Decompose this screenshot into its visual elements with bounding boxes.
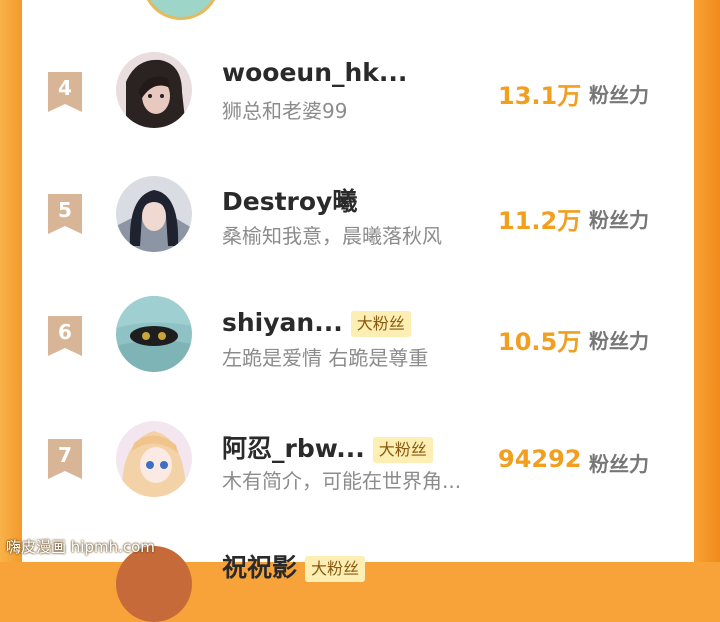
user-name-rank-8-partial[interactable]: 祝祝影 大粉丝 bbox=[222, 548, 366, 584]
fan-power-label: 粉丝力 bbox=[589, 208, 649, 232]
avatar-rank-8-partial[interactable] bbox=[116, 546, 192, 622]
fan-power-label: 粉丝力 bbox=[589, 83, 649, 107]
user-name-text: shiyan... bbox=[222, 308, 343, 337]
fan-power-label: 粉丝力 bbox=[589, 452, 649, 476]
user-name[interactable]: 阿忍_rbw... 大粉丝 bbox=[222, 429, 433, 465]
user-name-text: Destroy曦 bbox=[222, 187, 358, 216]
list-item[interactable]: 7 阿忍_rbw... 大粉丝 木有简介，可能在世界角... 94292 粉丝力 bbox=[22, 395, 694, 515]
user-signature: 木有简介，可能在世界角... bbox=[222, 469, 462, 493]
user-signature: 桑榆知我意，晨曦落秋风 bbox=[222, 224, 442, 248]
avatar[interactable] bbox=[116, 176, 192, 252]
fan-power-label: 粉丝力 bbox=[589, 329, 649, 353]
user-name-text: wooeun_hk... bbox=[222, 58, 408, 87]
rank-badge: 5 bbox=[48, 194, 82, 234]
fan-power-value: 10.5万 bbox=[498, 328, 582, 356]
list-item[interactable]: 4 wooeun_hk... 狮总和老婆99 13.1万 粉丝力 bbox=[22, 28, 694, 148]
user-signature: 左跪是爱情 右跪是尊重 bbox=[222, 346, 429, 370]
avatar[interactable] bbox=[116, 296, 192, 372]
rank-badge: 7 bbox=[48, 439, 82, 479]
fan-power-value: 13.1万 bbox=[498, 82, 582, 110]
fan-power-value: 94292 bbox=[498, 445, 582, 473]
user-name[interactable]: wooeun_hk... bbox=[222, 58, 407, 87]
watermark: 嗨皮漫画 hipmh.com bbox=[6, 538, 155, 556]
user-signature: 狮总和老婆99 bbox=[222, 99, 348, 123]
user-name-text: 祝祝影 bbox=[222, 553, 298, 582]
fan-power-value: 11.2万 bbox=[498, 207, 582, 235]
avatar[interactable] bbox=[116, 421, 192, 497]
right-border bbox=[694, 0, 720, 562]
big-fan-badge: 大粉丝 bbox=[350, 311, 411, 337]
big-fan-badge: 大粉丝 bbox=[372, 437, 433, 463]
list-item[interactable]: 5 Destroy曦 桑榆知我意，晨曦落秋风 11.2万 粉丝力 bbox=[22, 150, 694, 270]
big-fan-badge: 大粉丝 bbox=[305, 556, 366, 582]
user-name-text: 阿忍_rbw... bbox=[222, 434, 365, 463]
user-name[interactable]: shiyan... 大粉丝 bbox=[222, 308, 411, 337]
avatar-rank-3-partial[interactable] bbox=[142, 0, 220, 20]
left-border bbox=[0, 0, 22, 562]
avatar[interactable] bbox=[116, 52, 192, 128]
list-item[interactable]: 6 shiyan... 大粉丝 左跪是爱情 右跪是尊重 10.5万 粉丝力 bbox=[22, 272, 694, 392]
ranking-list: 4 wooeun_hk... 狮总和老婆99 13.1万 粉丝力 5 Destr… bbox=[22, 0, 694, 622]
user-name[interactable]: Destroy曦 bbox=[222, 182, 357, 218]
rank-badge: 6 bbox=[48, 316, 82, 356]
rank-badge: 4 bbox=[48, 72, 82, 112]
